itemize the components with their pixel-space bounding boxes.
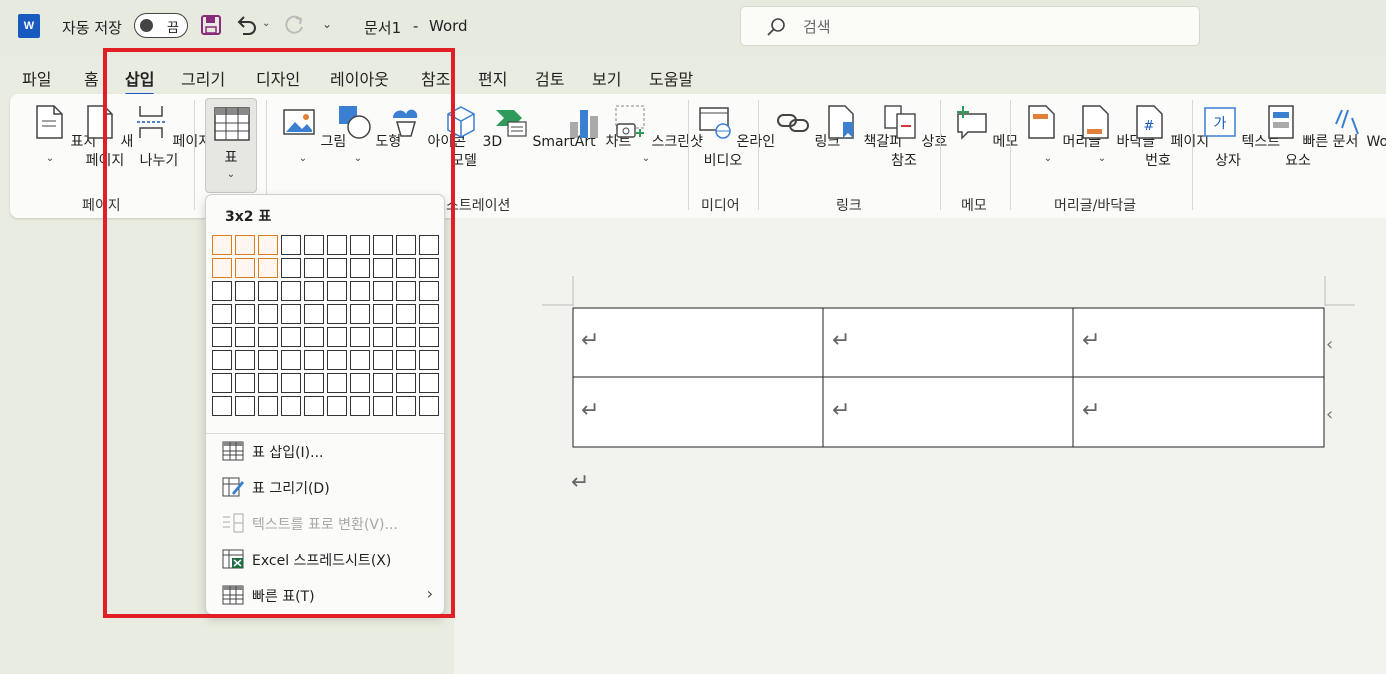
tab-mailings[interactable]: 편지 (478, 66, 507, 90)
page-number-icon: # (1136, 105, 1163, 139)
group-separator (940, 100, 941, 210)
document-table[interactable] (540, 270, 1360, 470)
comment-button[interactable]: 메모 (954, 104, 1018, 152)
comment-label: 메모 (992, 134, 1019, 150)
chevron-down-icon: ⌄ (1043, 153, 1053, 164)
toggle-knob (140, 19, 153, 32)
paragraph-mark: ↵ (581, 328, 600, 353)
cover-page-icon (36, 105, 63, 139)
tab-help[interactable]: 도움말 (649, 66, 693, 90)
page-number-button[interactable]: # 페이지 번호 (1132, 104, 1209, 171)
paragraph-mark: ↵ (832, 398, 851, 423)
chevron-down-icon: ⌄ (1097, 153, 1107, 164)
undo-dropdown-chevron-icon[interactable]: ⌄ (262, 18, 270, 29)
quick-parts-icon (1268, 105, 1294, 139)
smartart-icon (496, 110, 527, 137)
autosave-label: 자동 저장 (62, 19, 122, 37)
group-label-comments: 메모 (961, 198, 987, 214)
wordart-icon (1335, 109, 1359, 135)
online-video-label-1: 온라인 (736, 134, 776, 150)
header-icon (1028, 105, 1055, 139)
search-icon (767, 18, 785, 36)
smartart-button[interactable]: SmartArt (494, 104, 596, 152)
text-box-glyph: 가 (1214, 116, 1227, 132)
paragraph-mark: ↵ (1082, 328, 1101, 353)
cross-reference-label-1: 상호 (921, 134, 948, 150)
header-button[interactable]: 머리글 ⌄ (1024, 104, 1101, 166)
wordart-button[interactable]: WordArt (1328, 104, 1386, 152)
paragraph-mark: ↵ (581, 398, 600, 423)
screenshot-label: 스크린샷 (651, 134, 703, 150)
footer-button[interactable]: 바닥글 ⌄ (1078, 104, 1155, 166)
tab-file[interactable]: 파일 (22, 66, 51, 90)
tab-view[interactable]: 보기 (592, 66, 621, 90)
highlight-box (103, 48, 455, 618)
row-end-mark: ‹ (1326, 334, 1334, 355)
chevron-down-icon: ⌄ (45, 153, 55, 164)
title-separator: - (413, 17, 419, 35)
bookmark-icon (828, 105, 854, 139)
link-icon (777, 114, 809, 132)
comment-icon (957, 106, 987, 140)
autosave-toggle[interactable]: 끔 (134, 13, 188, 38)
bookmark-button[interactable]: 책갈피 (825, 104, 902, 152)
chart-icon (570, 110, 598, 138)
customize-toolbar-icon[interactable]: ⌄ (322, 17, 332, 31)
group-separator (1010, 100, 1011, 210)
text-box-button[interactable]: 가 텍스트 상자 (1203, 104, 1280, 171)
row-end-mark: ‹ (1326, 404, 1334, 425)
group-label-illustrations: 스트레이션 (446, 198, 511, 214)
text-box-label-2: 상자 (1215, 153, 1241, 169)
group-label-links: 링크 (836, 198, 862, 214)
link-button[interactable]: 링크 (776, 104, 840, 152)
group-label-media: 미디어 (701, 198, 740, 214)
chevron-down-icon: ⌄ (641, 153, 651, 164)
cross-reference-icon (884, 105, 916, 139)
autosave-state: 끔 (167, 21, 179, 36)
tab-home[interactable]: 홈 (84, 66, 99, 90)
page-number-label-2: 번호 (1145, 153, 1171, 169)
undo-icon[interactable] (234, 13, 258, 37)
paragraph-mark: ↵ (571, 470, 590, 495)
wordart-label: WordArt (1366, 134, 1386, 150)
search-placeholder: 검색 (803, 18, 831, 36)
quick-parts-label-2: 요소 (1285, 153, 1311, 169)
quick-parts-button[interactable]: 빠른 문서 요소 (1264, 104, 1358, 171)
group-label-header-footer: 머리글/바닥글 (1054, 198, 1136, 214)
cover-page-button[interactable]: 표지 ⌄ (32, 104, 96, 166)
cross-reference-button[interactable]: 상호 참조 (883, 104, 947, 171)
page-number-glyph: # (1144, 119, 1155, 134)
screenshot-button[interactable]: 스크린샷 ⌄ (613, 104, 703, 166)
online-video-label-2: 비디오 (703, 153, 743, 169)
group-separator (688, 100, 689, 210)
tab-review[interactable]: 검토 (535, 66, 564, 90)
group-separator (1192, 100, 1193, 210)
cross-reference-label-2: 참조 (891, 153, 917, 169)
search-box[interactable]: 검색 (740, 6, 1200, 46)
screenshot-icon (615, 105, 645, 138)
chart-button[interactable]: 차트 (567, 104, 631, 152)
document-title: 문서1 (364, 19, 402, 37)
online-video-icon (699, 107, 731, 139)
save-icon[interactable] (200, 14, 222, 36)
paragraph-mark: ↵ (832, 328, 851, 353)
paragraph-mark: ↵ (1082, 398, 1101, 423)
redo-icon (285, 15, 303, 34)
word-logo-icon: W (18, 14, 44, 38)
online-video-button[interactable]: 온라인비디오 (698, 104, 775, 171)
group-separator (758, 100, 759, 210)
footer-icon (1082, 105, 1109, 139)
text-box-icon: 가 (1204, 107, 1236, 137)
app-name: Word (429, 17, 468, 35)
